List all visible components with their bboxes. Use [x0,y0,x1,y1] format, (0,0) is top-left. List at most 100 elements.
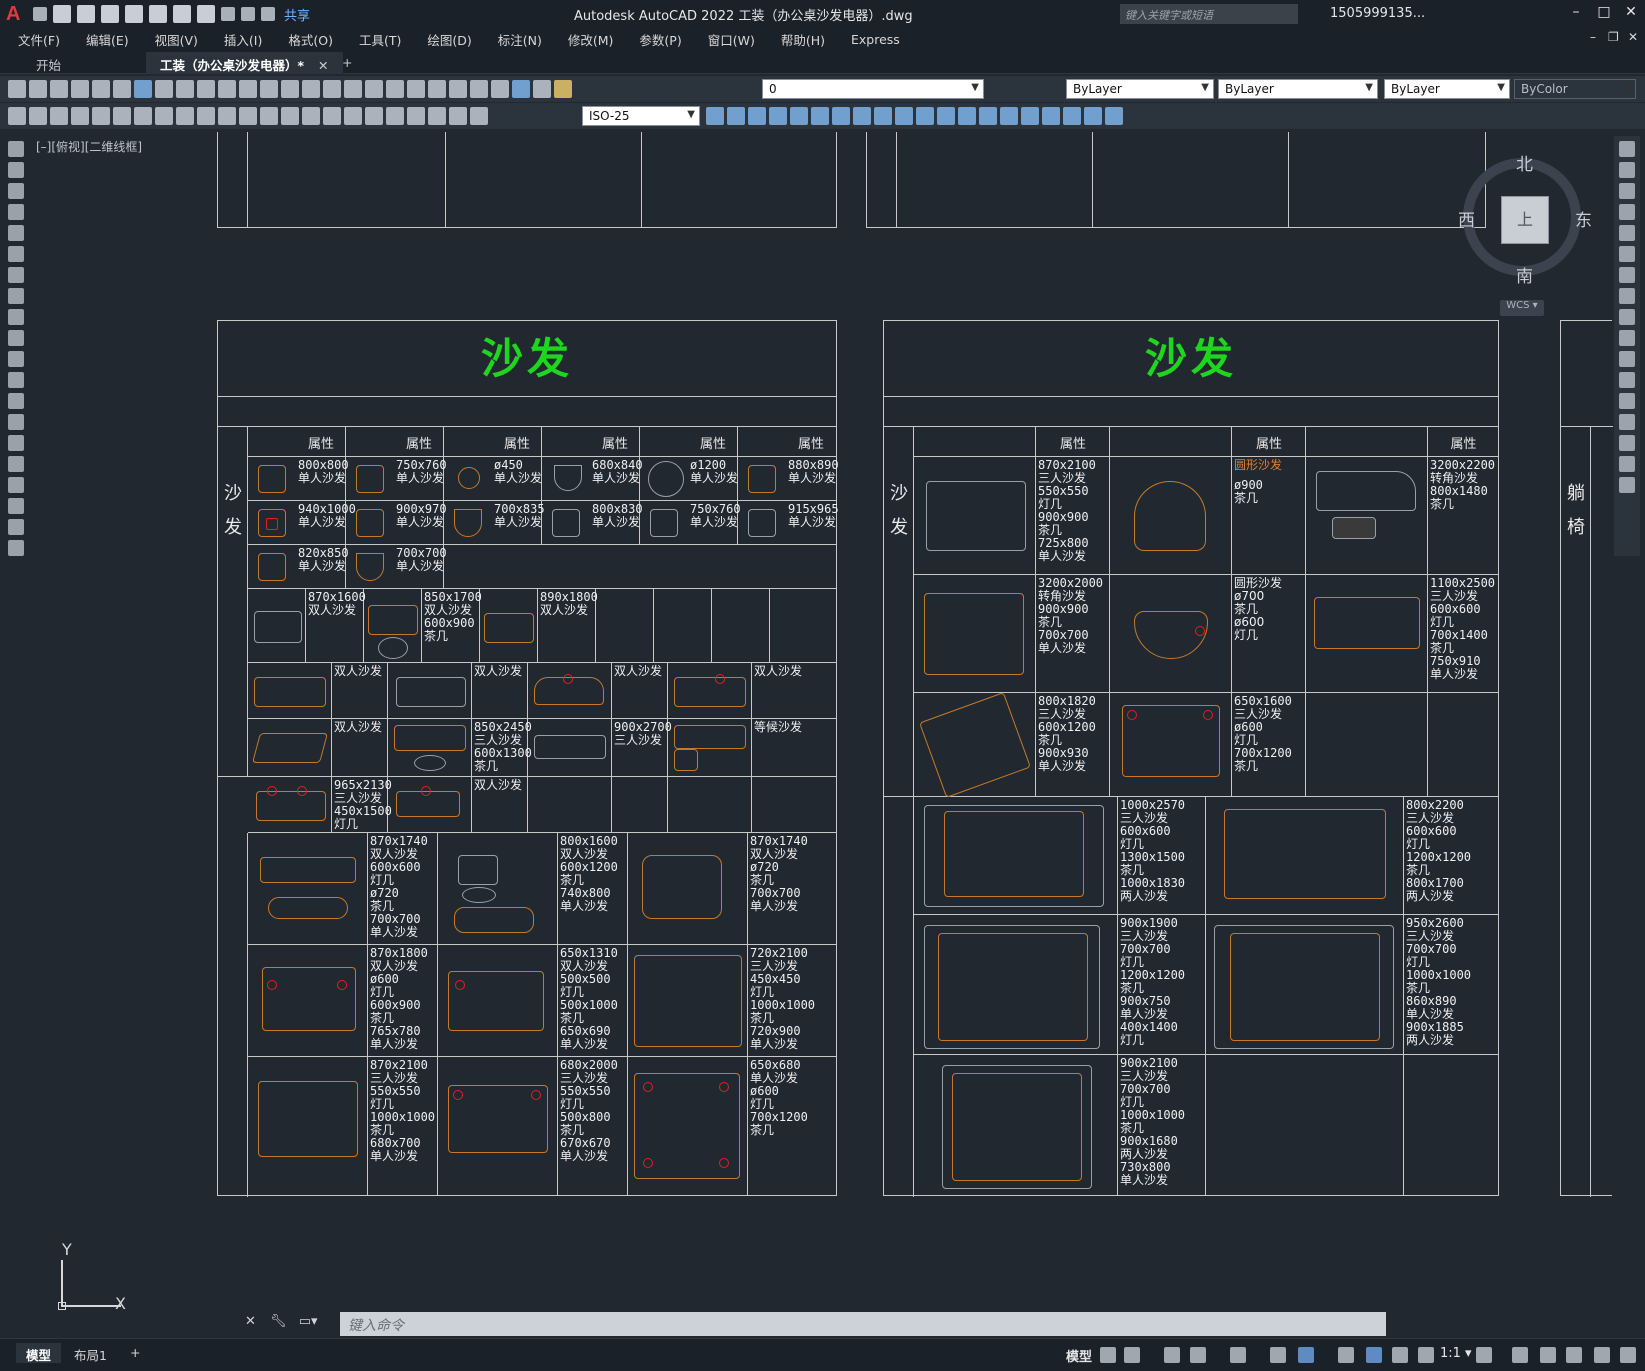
dim-text-edit-icon[interactable] [449,107,467,125]
publish-icon[interactable] [113,80,131,98]
extract-edges-icon[interactable] [1063,107,1081,125]
menu-window[interactable]: 窗口(W) [708,30,755,49]
thicken-icon[interactable] [916,107,934,125]
isodraft-icon[interactable] [1230,1347,1246,1363]
save-icon[interactable] [101,5,119,23]
maximize-button[interactable]: □ [1593,4,1615,24]
blend-curves-icon[interactable] [1619,456,1635,472]
arc-length-icon[interactable] [113,107,131,125]
array-icon[interactable] [1619,225,1635,241]
menu-draw[interactable]: 绘图(D) [427,30,471,49]
make-block-icon[interactable] [8,393,24,409]
pan-icon[interactable] [302,80,320,98]
save-as-icon[interactable] [125,5,143,23]
search-input[interactable]: 键入关键字或短语 [1120,4,1298,24]
rotate-icon[interactable] [1619,267,1635,283]
save-icon[interactable] [50,80,68,98]
hardware-acceleration-icon[interactable] [1566,1347,1582,1363]
polygon-icon[interactable] [8,204,24,220]
compass-west[interactable]: 西 [1458,206,1475,231]
subtract-icon[interactable] [748,107,766,125]
polar-icon[interactable] [1190,1347,1206,1363]
annotation-scale-icon[interactable] [1418,1347,1434,1363]
viewcube-face[interactable]: 上 [1501,196,1549,244]
zoom-window-icon[interactable] [344,80,362,98]
compass-south[interactable]: 南 [1516,262,1533,287]
open-icon[interactable] [29,80,47,98]
explode-icon[interactable] [1619,477,1635,493]
radius-dim-icon[interactable] [155,107,173,125]
sheet-set-icon[interactable] [449,80,467,98]
dim-edit-icon[interactable] [428,107,446,125]
tool-palettes-icon[interactable] [428,80,446,98]
cut-icon[interactable] [155,80,173,98]
gradient-icon[interactable] [8,456,24,472]
design-center-icon[interactable] [407,80,425,98]
lineweight-dropdown[interactable]: ByLayer ▼ [1384,79,1510,99]
interfere-icon[interactable] [937,107,955,125]
chamfer-icon[interactable] [1619,414,1635,430]
clean-screen-icon[interactable] [1594,1347,1610,1363]
point-icon[interactable] [8,414,24,430]
menu-help[interactable]: 帮助(H) [781,30,825,49]
match-properties-icon[interactable] [218,80,236,98]
intersect-icon[interactable] [769,107,787,125]
plot-icon[interactable] [197,5,215,23]
dim-space-icon[interactable] [302,107,320,125]
ellipse-icon[interactable] [8,330,24,346]
customize-dropdown-icon[interactable] [261,7,275,21]
auto-scale-icon[interactable] [1392,1347,1408,1363]
layer-bulb-icon[interactable] [554,80,572,98]
spline-icon[interactable] [8,309,24,325]
join-icon[interactable] [1619,393,1635,409]
new-file-icon[interactable] [53,5,71,23]
diameter-dim-icon[interactable] [197,107,215,125]
jogged-dim-icon[interactable] [176,107,194,125]
markup-icon[interactable] [470,80,488,98]
undo-icon[interactable] [260,80,278,98]
menu-view[interactable]: 视图(V) [155,30,198,49]
tab-active-drawing[interactable]: 工装（办公桌沙发电器）* ✕ [146,52,343,74]
fillet-edge-icon[interactable] [1021,107,1039,125]
aligned-dim-icon[interactable] [92,107,110,125]
tab-close-icon[interactable]: ✕ [318,58,328,73]
circle-icon[interactable] [8,267,24,283]
menu-modify[interactable]: 修改(M) [568,30,614,49]
viewcube[interactable]: 上 北 南 西 东 [1455,140,1605,290]
menu-express[interactable]: Express [851,32,900,47]
stretch-icon[interactable] [1619,309,1635,325]
redo-icon[interactable] [241,7,255,21]
sweep-icon[interactable] [832,107,850,125]
extrude-icon[interactable] [790,107,808,125]
undo-icon[interactable] [221,7,235,21]
isolate-objects-icon[interactable] [1540,1347,1556,1363]
revision-cloud-icon[interactable] [8,288,24,304]
calculator-icon[interactable] [491,80,509,98]
model-space-toggle[interactable]: 模型 [1066,1346,1092,1365]
presspull-icon[interactable] [874,107,892,125]
mirror-icon[interactable] [1619,183,1635,199]
export-icon[interactable] [173,5,191,23]
help-icon[interactable] [512,80,530,98]
arc-icon[interactable] [8,246,24,262]
close-button[interactable]: ✕ [1620,4,1642,24]
gear-icon[interactable] [1476,1347,1492,1363]
layer-dropdown[interactable]: 0 ▼ [762,79,984,99]
section-plane-icon[interactable] [958,107,976,125]
jogged-linear-icon[interactable] [407,107,425,125]
tolerance-icon[interactable] [344,107,362,125]
menu-parametric[interactable]: 参数(P) [639,30,681,49]
layer-previous-icon[interactable] [29,107,47,125]
layer-properties-icon[interactable] [533,80,551,98]
new-icon[interactable] [8,80,26,98]
region-icon[interactable] [8,477,24,493]
tab-start[interactable]: 开始 [22,52,75,74]
close-icon[interactable]: ✕ [245,1314,256,1329]
layer-state-icon[interactable] [8,107,26,125]
trim-icon[interactable] [1619,330,1635,346]
slice-icon[interactable] [895,107,913,125]
user-account[interactable]: 1505999135... [1330,6,1425,21]
scale-icon[interactable] [1619,288,1635,304]
break-icon[interactable] [1619,372,1635,388]
copy-object-icon[interactable] [1619,162,1635,178]
